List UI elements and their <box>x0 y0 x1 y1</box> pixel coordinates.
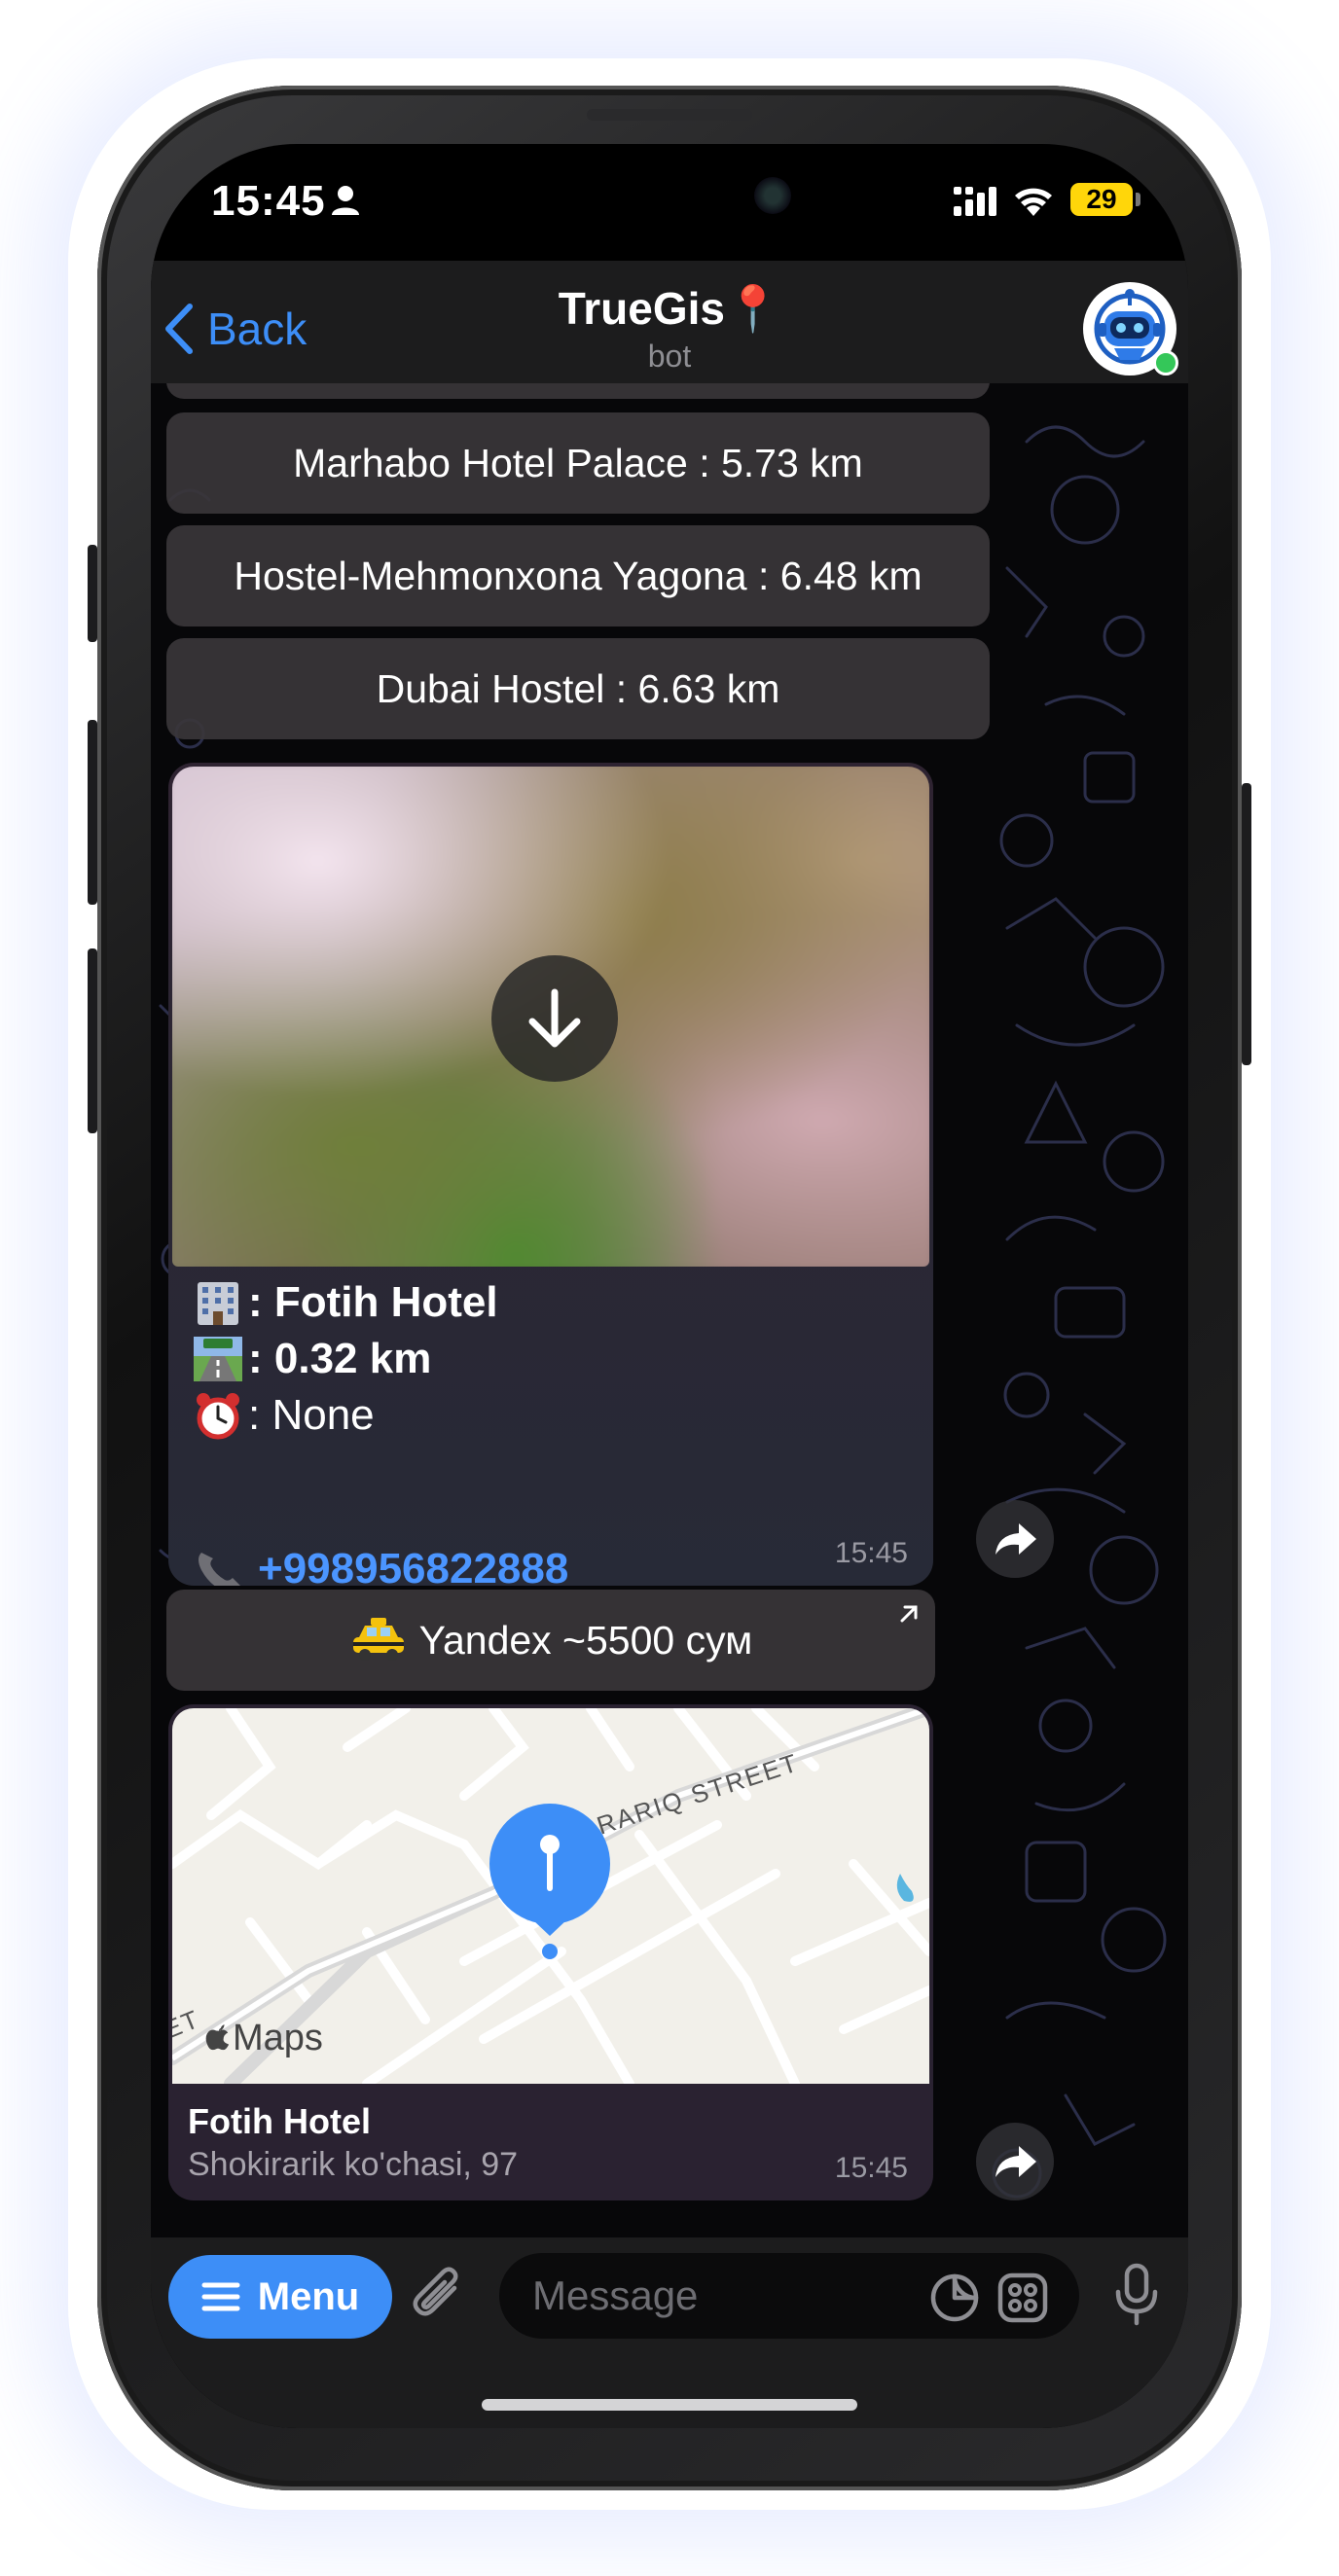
message-input[interactable] <box>499 2253 1079 2339</box>
attach-icon[interactable] <box>412 2267 468 2327</box>
signal-icon <box>954 187 996 216</box>
external-link-icon <box>900 1605 918 1623</box>
keyboard-button-hotel-3[interactable]: Dubai Hostel : 6.63 km <box>166 638 990 739</box>
hotel-hours-line: : None <box>192 1387 498 1444</box>
apps-icon[interactable] <box>997 2272 1048 2323</box>
action-button <box>88 545 97 642</box>
hotel-hours: : None <box>248 1391 375 1439</box>
online-status-dot <box>1153 350 1178 376</box>
menu-label: Menu <box>257 2274 360 2318</box>
location-title: Fotih Hotel <box>188 2101 371 2141</box>
location-address: Shokirarik ko'chasi, 97 <box>188 2146 519 2183</box>
power-button <box>1242 783 1251 1065</box>
telephone-receiver-icon <box>199 1553 240 1586</box>
hotel-name: : Fotih Hotel <box>248 1278 498 1326</box>
hotel-message-bubble: : Fotih Hotel : 0.32 km: None +99895682… <box>168 763 933 1586</box>
mic-icon[interactable] <box>1112 2263 1161 2327</box>
battery-icon: 29 <box>1070 183 1133 216</box>
forward-button-location[interactable] <box>976 2123 1054 2200</box>
apple-logo-icon <box>205 2023 230 2050</box>
phone-number-link[interactable]: +998956822888 <box>258 1545 568 1586</box>
message-timestamp: 15:45 <box>834 1537 908 1569</box>
apple-maps-badge: Maps <box>205 2018 323 2059</box>
battery-cap <box>1136 193 1140 206</box>
forward-button[interactable] <box>976 1500 1054 1578</box>
menu-button[interactable]: Menu <box>168 2255 392 2339</box>
map-preview[interactable]: RARIQ STREET ET Maps <box>172 1708 929 2084</box>
hotel-name-line: : Fotih Hotel <box>192 1274 498 1331</box>
chat-area[interactable]: Marhabo Hotel Palace : 5.73 km Hostel-Me… <box>151 383 1188 2237</box>
hamburger-icon <box>201 2282 240 2311</box>
keyboard-button-hotel-1[interactable]: Marhabo Hotel Palace : 5.73 km <box>166 412 990 514</box>
front-camera-icon <box>754 177 791 214</box>
volume-up-button <box>88 720 97 905</box>
chat-title[interactable]: TrueGis📍 <box>151 282 1188 336</box>
volume-down-button <box>88 948 97 1133</box>
hotel-distance: : 0.32 km <box>248 1335 432 1382</box>
status-bar: 15:45 29 <box>151 144 1188 261</box>
chat-subtitle: bot <box>647 339 692 374</box>
home-indicator[interactable] <box>482 2399 857 2411</box>
hotel-distance-line: : 0.32 km <box>192 1331 498 1387</box>
status-time: 15:45 <box>211 177 326 225</box>
keyboard-button-hotel-2[interactable]: Hostel-Mehmonxona Yagona : 6.48 km <box>166 525 990 626</box>
hotel-photo[interactable] <box>172 767 929 1267</box>
yandex-taxi-label: Yandex ~5500 сум <box>418 1617 753 1663</box>
keyboard-button-partial[interactable] <box>166 383 990 399</box>
road-icon <box>194 1337 242 1381</box>
maps-brand-label: Maps <box>233 2018 323 2058</box>
alarm-clock-icon <box>197 1393 239 1440</box>
chat-header: Back TrueGis📍 bot <box>151 261 1188 383</box>
hotel-phone-line: +998956822888 <box>192 1545 568 1586</box>
dynamic-island <box>528 156 813 235</box>
location-timestamp: 15:45 <box>834 2152 908 2184</box>
taxi-icon <box>352 1618 404 1661</box>
wifi-icon <box>1015 188 1052 216</box>
location-message-bubble[interactable]: RARIQ STREET ET Maps Fotih Hotel Shokira… <box>168 1704 933 2200</box>
phone-screen: 15:45 29 Back TrueGis📍 bot Marhabo Hotel… <box>151 144 1188 2428</box>
download-arrow-icon <box>528 988 581 1048</box>
forward-arrow-icon <box>995 2146 1036 2177</box>
hotel-info-text: : Fotih Hotel : 0.32 km: None <box>192 1274 498 1444</box>
forward-arrow-icon <box>995 1523 1036 1555</box>
earpiece-speaker <box>587 109 752 121</box>
sticker-icon[interactable] <box>929 2272 980 2323</box>
building-icon <box>198 1282 238 1325</box>
person-icon <box>332 186 359 215</box>
yandex-taxi-button[interactable]: Yandex ~5500 сум <box>166 1590 935 1691</box>
download-button[interactable] <box>491 955 618 1082</box>
